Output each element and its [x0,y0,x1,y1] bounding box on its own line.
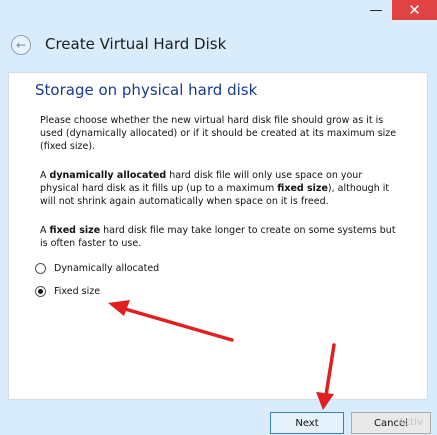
radio-button[interactable] [35,286,46,297]
intro-paragraph: Please choose whether the new virtual ha… [40,115,397,152]
activation-watermark: Activ [398,417,423,428]
close-button[interactable]: ✕ [392,0,437,20]
button-bar: Next Cancel [0,400,437,435]
wizard-header: ← Create Virtual Hard Disk [0,20,437,72]
radio-dynamically-allocated[interactable]: Dynamically allocated [35,263,159,274]
wizard-title: Create Virtual Hard Disk [45,35,227,53]
dynamic-description: A dynamically allocated hard disk file w… [40,170,390,207]
page-title: Storage on physical hard disk [35,81,258,99]
radio-label: Fixed size [54,286,101,297]
radio-fixed-size[interactable]: Fixed size [35,286,100,297]
back-arrow-icon[interactable]: ← [11,35,31,55]
radio-button[interactable] [35,263,46,274]
radio-label: Dynamically allocated [54,263,160,274]
fixed-description: A fixed size hard disk file may take lon… [40,225,396,249]
next-button[interactable]: Next [270,412,344,434]
content-panel: Storage on physical hard disk Please cho… [8,72,428,400]
dialog-window: — ✕ ← Create Virtual Hard Disk Storage o… [0,0,437,435]
minimize-button[interactable]: — [362,0,390,20]
